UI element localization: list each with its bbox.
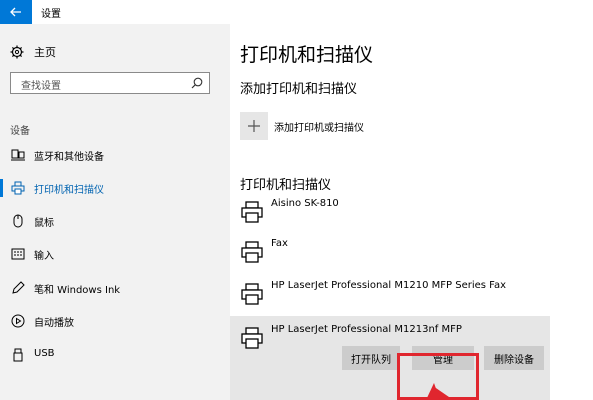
- add-section-title: 添加打印机和扫描仪: [240, 82, 358, 97]
- printer-icon: [241, 327, 263, 349]
- sidebar-home[interactable]: 主页: [10, 44, 56, 60]
- printers-list-title: 打印机和扫描仪: [240, 178, 332, 193]
- search-input[interactable]: 查找设置: [10, 72, 210, 94]
- sidebar-item-label: 蓝牙和其他设备: [34, 152, 104, 163]
- sidebar-item-autoplay[interactable]: 自动播放: [0, 310, 230, 332]
- window-title: 设置: [41, 9, 61, 20]
- page-title: 打印机和扫描仪: [240, 44, 374, 66]
- sidebar-item-typing[interactable]: 输入: [0, 243, 230, 265]
- add-printer-button[interactable]: 添加打印机或扫描仪: [240, 112, 364, 140]
- printer-icon: [10, 180, 26, 196]
- sidebar-item-label: 笔和 Windows Ink: [34, 285, 121, 296]
- bluetooth-devices-icon: [10, 147, 26, 163]
- open-queue-button[interactable]: 打开队列: [342, 346, 400, 370]
- printer-name: Aisino SK-810: [271, 198, 339, 209]
- printer-name: HP LaserJet Professional M1210 MFP Serie…: [271, 280, 507, 291]
- sidebar-item-pen[interactable]: 笔和 Windows Ink: [0, 277, 230, 299]
- section-label: 设备: [10, 126, 30, 137]
- sidebar-item-label: USB: [34, 348, 55, 359]
- printer-item[interactable]: HP LaserJet Professional M1210 MFP Serie…: [230, 276, 550, 314]
- manage-button[interactable]: 管理: [412, 346, 474, 370]
- mouse-icon: [10, 213, 26, 229]
- printer-icon: [241, 201, 263, 223]
- autoplay-icon: [10, 313, 26, 329]
- home-gear-icon: [10, 45, 24, 59]
- sidebar-item-bluetooth[interactable]: 蓝牙和其他设备: [0, 144, 230, 166]
- sidebar-item-label: 打印机和扫描仪: [34, 185, 104, 196]
- sidebar-item-usb[interactable]: USB: [0, 344, 230, 366]
- back-button[interactable]: [0, 0, 32, 24]
- sidebar-item-mouse[interactable]: 鼠标: [0, 210, 230, 232]
- title-bar: 设置: [0, 0, 593, 24]
- pen-icon: [10, 280, 26, 296]
- active-indicator: [0, 179, 3, 197]
- sidebar-item-label: 输入: [34, 251, 54, 262]
- printer-icon: [241, 283, 263, 305]
- printer-name: HP LaserJet Professional M1213nf MFP: [271, 324, 462, 335]
- printer-icon: [241, 241, 263, 263]
- sidebar-item-label: 自动播放: [34, 318, 74, 329]
- keyboard-icon: [10, 246, 26, 262]
- annotation-arrow-icon: [426, 383, 450, 400]
- back-arrow-icon: [10, 7, 21, 17]
- search-placeholder: 查找设置: [21, 81, 61, 92]
- main-panel: 打印机和扫描仪 添加打印机和扫描仪 添加打印机或扫描仪 打印机和扫描仪 Aisi…: [230, 24, 593, 400]
- remove-device-button[interactable]: 删除设备: [484, 346, 544, 370]
- home-label: 主页: [34, 46, 56, 59]
- search-icon: [191, 77, 203, 89]
- printer-name: Fax: [271, 238, 288, 249]
- sidebar-item-printers[interactable]: 打印机和扫描仪: [0, 177, 230, 199]
- sidebar: 主页 查找设置 设备 蓝牙和其他设备 打印机和扫描仪 鼠标 输入 笔和 Wind…: [0, 24, 230, 400]
- printer-item[interactable]: Aisino SK-810: [230, 194, 550, 232]
- plus-icon: [240, 112, 268, 140]
- add-printer-label: 添加打印机或扫描仪: [274, 122, 364, 134]
- sidebar-item-label: 鼠标: [34, 218, 54, 229]
- usb-icon: [10, 347, 26, 363]
- printer-item[interactable]: Fax: [230, 234, 550, 272]
